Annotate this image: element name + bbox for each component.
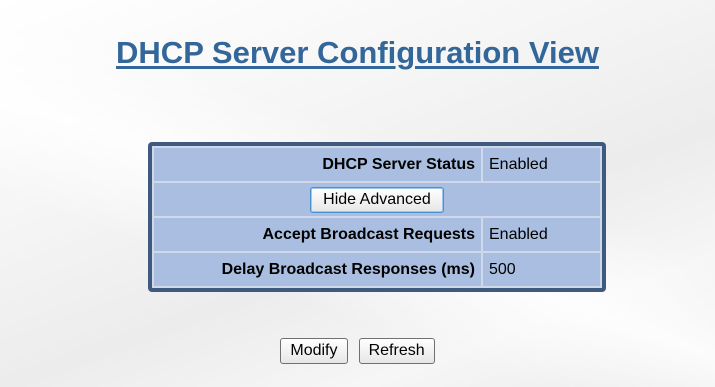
config-table: DHCP Server Status Enabled Hide Advanced… (152, 146, 602, 288)
hide-advanced-button[interactable]: Hide Advanced (310, 186, 444, 213)
server-status-value: Enabled (483, 148, 600, 181)
table-row: Delay Broadcast Responses (ms) 500 (154, 253, 600, 286)
table-row: Accept Broadcast Requests Enabled (154, 218, 600, 251)
page-title: DHCP Server Configuration View (116, 35, 599, 70)
advanced-cell: Hide Advanced (154, 183, 600, 216)
refresh-button[interactable]: Refresh (358, 338, 435, 364)
server-status-label: DHCP Server Status (154, 148, 481, 181)
table-row: Hide Advanced (154, 183, 600, 216)
delay-broadcast-label: Delay Broadcast Responses (ms) (154, 253, 481, 286)
action-bar: Modify Refresh (0, 338, 715, 364)
config-panel: DHCP Server Status Enabled Hide Advanced… (148, 142, 606, 292)
accept-broadcast-label: Accept Broadcast Requests (154, 218, 481, 251)
table-row: DHCP Server Status Enabled (154, 148, 600, 181)
modify-button[interactable]: Modify (280, 338, 348, 364)
delay-broadcast-value: 500 (483, 253, 600, 286)
accept-broadcast-value: Enabled (483, 218, 600, 251)
